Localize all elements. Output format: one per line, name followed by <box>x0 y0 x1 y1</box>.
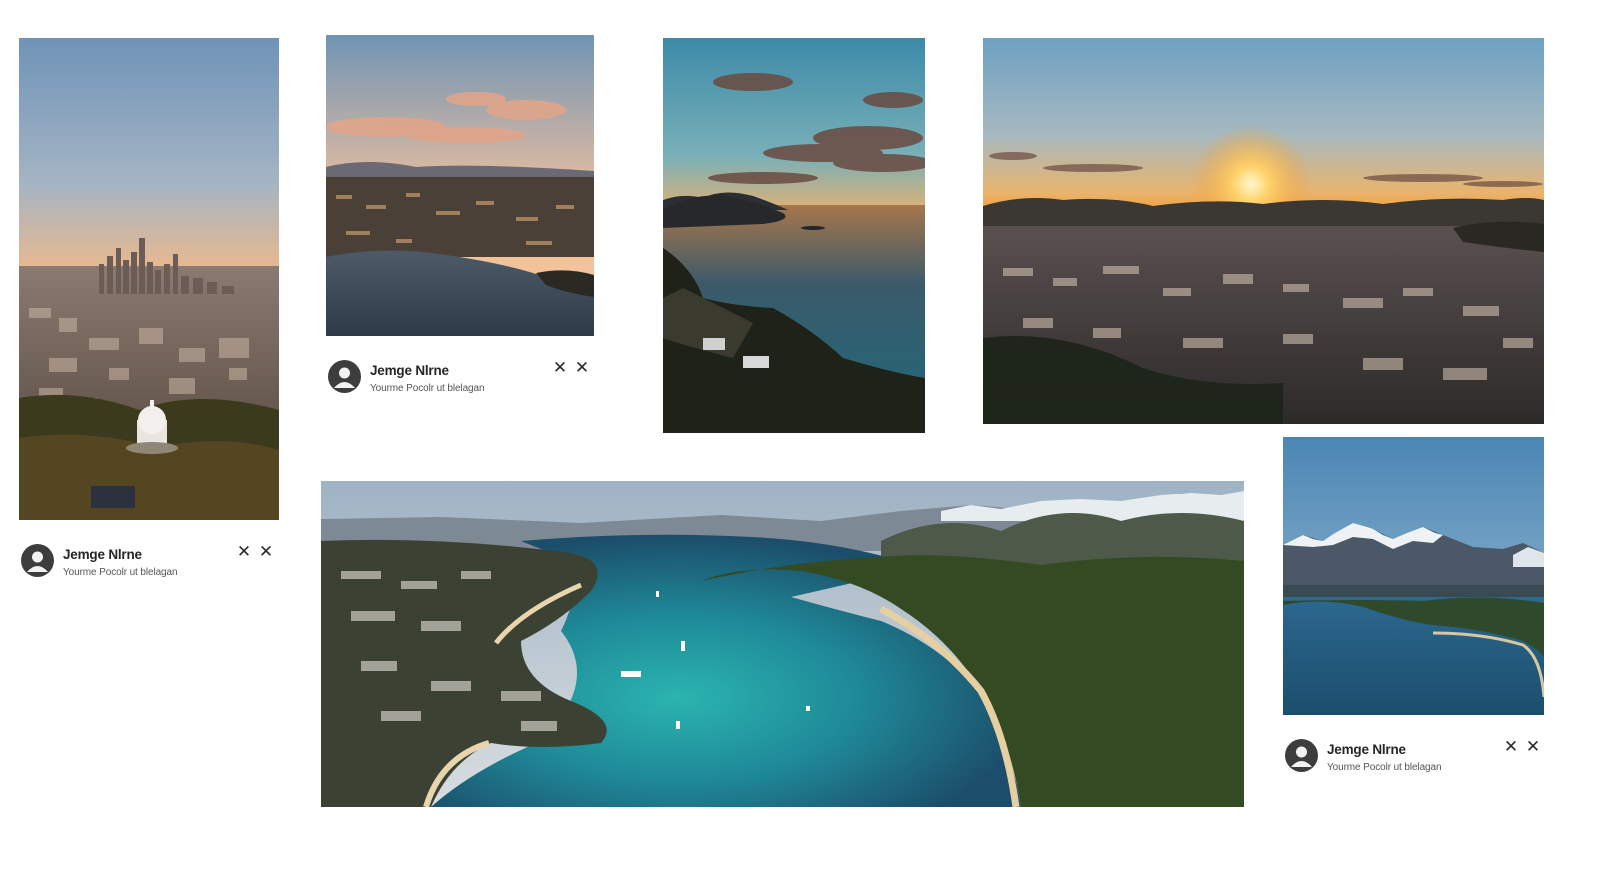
photo-harbor-city[interactable] <box>326 35 594 336</box>
author-name[interactable]: Jemge Nlrne <box>370 363 449 378</box>
photo-mountain-lake[interactable] <box>1283 437 1544 715</box>
caption-city-skyline: Jemge Nlrne Yourme Pocolr ut blelagan ✕ … <box>21 540 275 584</box>
harbor-city-image <box>326 35 594 336</box>
photo-city-skyline[interactable] <box>19 38 279 520</box>
close-icon[interactable]: ✕ <box>573 358 591 376</box>
user-avatar-icon[interactable] <box>1285 739 1318 772</box>
bay-panorama-image <box>321 481 1244 807</box>
close-icon[interactable]: ✕ <box>1524 737 1542 755</box>
photo-bay-panorama[interactable] <box>321 481 1244 807</box>
close-icon[interactable]: ✕ <box>1502 737 1520 755</box>
author-subtitle: Yourme Pocolr ut blelagan <box>63 567 178 578</box>
author-name[interactable]: Jemge Nlrne <box>63 547 142 562</box>
photo-coastal-cliff[interactable] <box>663 38 925 433</box>
caption-mountain-lake: Jemge Nlrne Yourme Pocolr ut blelagan ✕ … <box>1285 735 1542 779</box>
close-icon[interactable]: ✕ <box>235 542 253 560</box>
user-avatar-icon[interactable] <box>328 360 361 393</box>
city-sunrise-image <box>983 38 1544 424</box>
user-avatar-icon[interactable] <box>21 544 54 577</box>
author-name[interactable]: Jemge Nlrne <box>1327 742 1406 757</box>
close-icon[interactable]: ✕ <box>551 358 569 376</box>
mountain-lake-image <box>1283 437 1544 715</box>
photo-city-sunrise[interactable] <box>983 38 1544 424</box>
coastal-cliff-image <box>663 38 925 433</box>
author-subtitle: Yourme Pocolr ut blelagan <box>370 383 485 394</box>
author-subtitle: Yourme Pocolr ut blelagan <box>1327 762 1442 773</box>
close-icon[interactable]: ✕ <box>257 542 275 560</box>
caption-harbor-city: Jemge Nlrne Yourme Pocolr ut blelagan ✕ … <box>328 356 590 400</box>
city-skyline-image <box>19 38 279 520</box>
